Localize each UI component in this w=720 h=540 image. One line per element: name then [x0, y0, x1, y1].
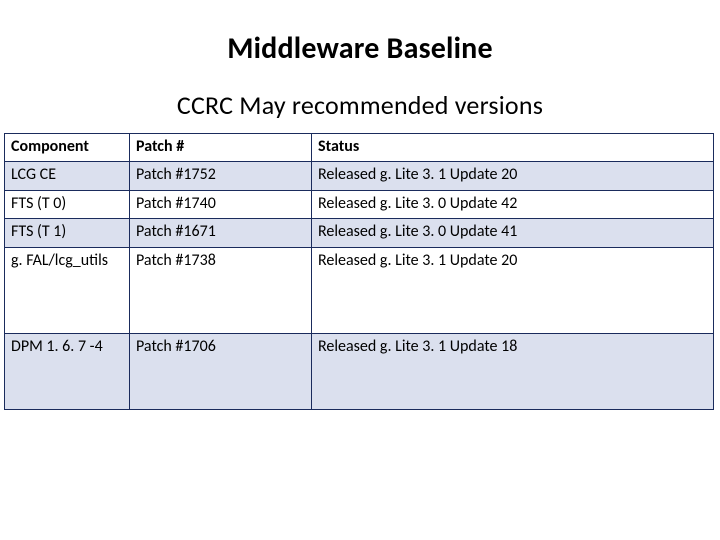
cell-component: FTS (T 1) [5, 219, 130, 247]
table-row: FTS (T 1) Patch #1671 Released g. Lite 3… [5, 219, 714, 247]
cell-component: DPM 1. 6. 7 -4 [5, 333, 130, 409]
table-row: DPM 1. 6. 7 -4 Patch #1706 Released g. L… [5, 333, 714, 409]
versions-table: Component Patch # Status LCG CE Patch #1… [4, 133, 714, 410]
cell-component: FTS (T 0) [5, 190, 130, 218]
cell-component: LCG CE [5, 162, 130, 190]
table-header-row: Component Patch # Status [5, 134, 714, 162]
cell-patch: Patch #1671 [130, 219, 312, 247]
cell-status: Released g. Lite 3. 1 Update 20 [312, 162, 714, 190]
page-subtitle: CCRC May recommended versions [0, 89, 720, 121]
cell-patch: Patch #1752 [130, 162, 312, 190]
table-row: g. FAL/lcg_utils Patch #1738 Released g.… [5, 247, 714, 333]
col-patch: Patch # [130, 134, 312, 162]
versions-table-wrap: Component Patch # Status LCG CE Patch #1… [0, 133, 720, 410]
cell-patch: Patch #1706 [130, 333, 312, 409]
slide: Middleware Baseline CCRC May recommended… [0, 0, 720, 540]
cell-component: g. FAL/lcg_utils [5, 247, 130, 333]
cell-status: Released g. Lite 3. 0 Update 41 [312, 219, 714, 247]
cell-status: Released g. Lite 3. 0 Update 42 [312, 190, 714, 218]
cell-patch: Patch #1738 [130, 247, 312, 333]
cell-status: Released g. Lite 3. 1 Update 18 [312, 333, 714, 409]
cell-patch: Patch #1740 [130, 190, 312, 218]
col-component: Component [5, 134, 130, 162]
table-row: LCG CE Patch #1752 Released g. Lite 3. 1… [5, 162, 714, 190]
table-row: FTS (T 0) Patch #1740 Released g. Lite 3… [5, 190, 714, 218]
cell-status: Released g. Lite 3. 1 Update 20 [312, 247, 714, 333]
page-title: Middleware Baseline [0, 30, 720, 67]
col-status: Status [312, 134, 714, 162]
